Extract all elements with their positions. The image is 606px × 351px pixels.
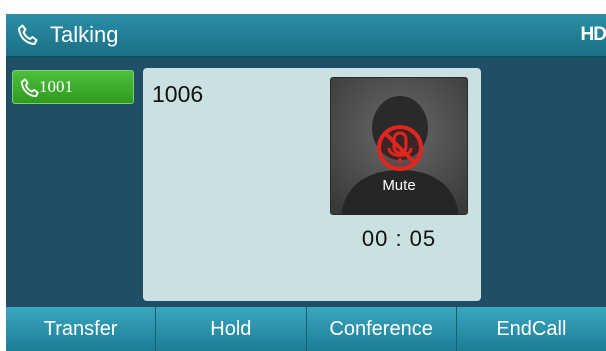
contact-avatar: Mute xyxy=(330,77,468,215)
mute-status-label: Mute xyxy=(382,177,416,194)
conference-button[interactable]: Conference xyxy=(306,307,457,351)
end-call-button[interactable]: EndCall xyxy=(456,307,606,351)
call-info-panel: 1006 Mute 00: 05 xyxy=(143,68,481,301)
line-key-label: 1001 xyxy=(39,77,73,96)
muted-microphone-icon xyxy=(377,125,423,171)
phone-handset-icon xyxy=(18,24,38,45)
phone-handset-icon xyxy=(20,78,39,98)
transfer-button[interactable]: Transfer xyxy=(6,307,157,351)
remote-party-number: 1006 xyxy=(152,81,204,107)
phone-display: Talking HD 1001 1006 Mute 00: 05 Transf… xyxy=(0,0,606,351)
hd-audio-badge: HD xyxy=(580,24,606,45)
call-duration: 00 : 05 xyxy=(361,226,437,251)
call-screen: Talking HD 1001 1006 Mute 00: 05 Transf… xyxy=(6,14,606,351)
status-bar: Talking HD xyxy=(6,14,606,57)
line-key-1001[interactable]: 1001 xyxy=(12,70,134,104)
softkey-bar: Transfer Hold Conference EndCall xyxy=(6,307,606,351)
hold-button[interactable]: Hold xyxy=(156,307,307,351)
call-status-title: Talking xyxy=(50,22,119,47)
